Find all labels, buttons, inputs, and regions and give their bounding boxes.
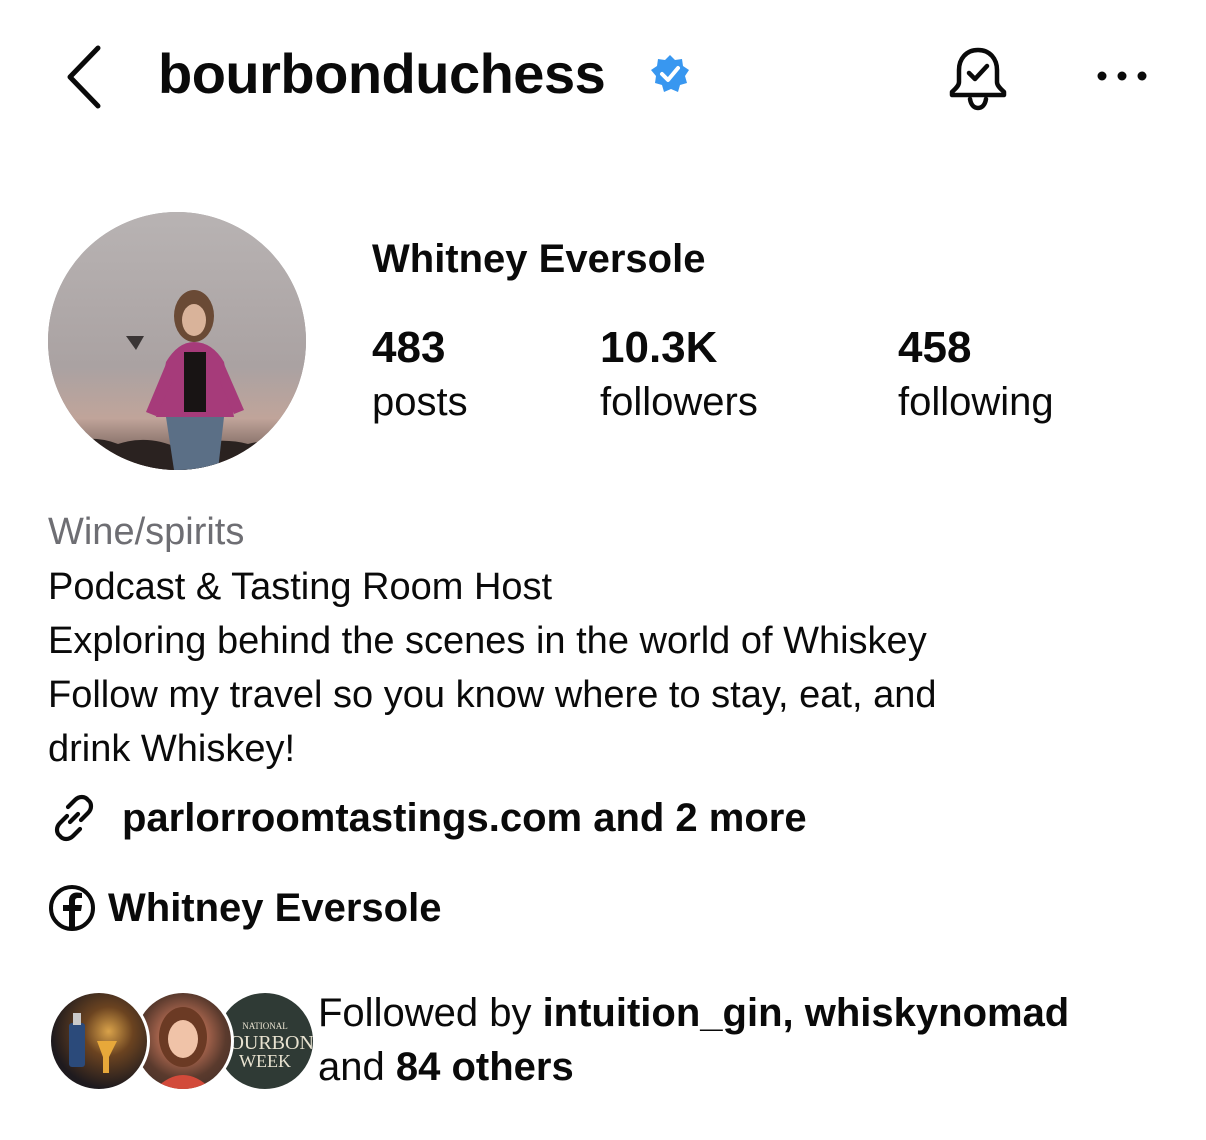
followed-by-names: intuition_gin, whiskynomad: [542, 991, 1070, 1035]
back-button[interactable]: [56, 40, 116, 112]
profile-link[interactable]: parlorroomtastings.com and 2 more: [48, 790, 807, 846]
following-count-value: 458: [898, 323, 972, 372]
bell-check-icon: [949, 47, 1007, 111]
facebook-profile-link[interactable]: Whitney Eversole: [48, 880, 441, 936]
avatar-logo-text: WEEK: [239, 1051, 291, 1071]
facebook-name: Whitney Eversole: [108, 885, 442, 930]
avatar-photo: [48, 212, 306, 470]
bio-line: drink Whiskey!: [48, 728, 296, 770]
notification-bell-button[interactable]: [944, 44, 1012, 112]
mutual-avatar: [48, 990, 150, 1092]
followed-by-prefix: Followed by: [318, 991, 543, 1035]
followed-by-others: 84 others: [395, 1045, 574, 1089]
profile-category: Wine/spirits: [48, 511, 245, 553]
chevron-left-icon: [67, 45, 101, 109]
followers-count-value: 10.3K: [600, 323, 718, 372]
avatar-logo-text: NATIONAL: [242, 1021, 288, 1031]
profile-avatar[interactable]: [48, 212, 306, 470]
mutual-followers-avatars[interactable]: NATIONAL BOURBON WEEK: [48, 990, 316, 1092]
facebook-icon: [49, 885, 95, 931]
more-options-button[interactable]: [1092, 56, 1152, 96]
link-icon: [54, 794, 94, 842]
followed-by-text[interactable]: Followed by intuition_gin, whiskynomad a…: [318, 986, 1178, 1094]
profile-display-name: Whitney Eversole: [372, 237, 706, 281]
followers-count-label: followers: [600, 380, 758, 424]
posts-count-label: posts: [372, 380, 468, 424]
profile-username: bourbonduchess: [158, 42, 606, 105]
verified-badge-icon: [650, 54, 690, 94]
bio-line: Exploring behind the scenes in the world…: [48, 620, 927, 662]
followed-by-and: and: [318, 1045, 396, 1089]
bio-line: Podcast & Tasting Room Host: [48, 566, 553, 608]
following-count-label: following: [898, 380, 1054, 424]
bio-line: Follow my travel so you know where to st…: [48, 674, 937, 716]
following-count[interactable]: 458 following: [898, 320, 1054, 428]
profile-link-text: parlorroomtastings.com and 2 more: [122, 795, 807, 840]
more-horizontal-icon: [1097, 71, 1147, 81]
posts-count[interactable]: 483 posts: [372, 320, 468, 428]
profile-bio: Podcast & Tasting Room Host Exploring be…: [48, 560, 1168, 776]
followers-count[interactable]: 10.3K followers: [600, 320, 758, 428]
posts-count-value: 483: [372, 323, 446, 372]
